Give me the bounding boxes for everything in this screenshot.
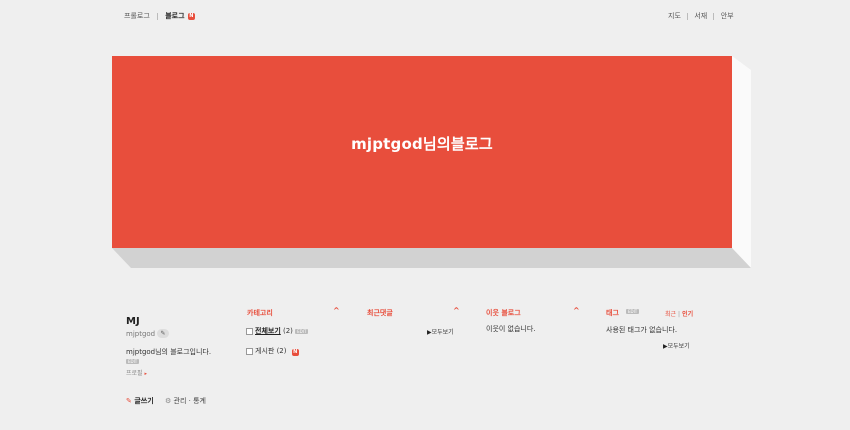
banner-bottom-face xyxy=(112,248,751,268)
tags-empty: 사용된 태그가 없습니다. xyxy=(606,326,678,334)
link-library[interactable]: 서재 xyxy=(694,11,707,21)
top-links: 지도 서재 안부 xyxy=(668,11,734,21)
edit-label: EDIT xyxy=(626,309,640,314)
tags-more-link[interactable]: ▶모두보기 xyxy=(663,341,690,350)
category-checkbox[interactable] xyxy=(246,327,253,335)
profile-id: mjptgod xyxy=(126,330,156,338)
category-edit-tag[interactable]: EDIT xyxy=(295,328,309,334)
comments-more-link[interactable]: ▶모두보기 xyxy=(427,327,454,336)
collapse-caret-icon[interactable]: ^ xyxy=(453,306,460,315)
banner-side-face xyxy=(732,56,751,268)
link-map[interactable]: 지도 xyxy=(668,11,681,21)
category-count: (2) xyxy=(276,347,287,355)
profile-link[interactable]: 프로필 ▸ xyxy=(126,368,147,377)
tab-recent[interactable]: 최근 xyxy=(665,311,676,318)
more-label: 모두보기 xyxy=(667,343,690,350)
tag-tabs: 최근 | 인기 xyxy=(665,309,693,318)
neighbors-heading: 이웃 블로그 xyxy=(486,308,521,317)
category-label[interactable]: 전체보기 xyxy=(255,327,281,335)
category-checkbox[interactable] xyxy=(246,347,253,355)
profile-description: mjptgod님의 블로그입니다. xyxy=(126,348,212,356)
edit-label: EDIT xyxy=(126,359,140,364)
write-button[interactable]: ✎ 글쓰기 xyxy=(126,396,154,406)
neighbors-empty: 이웃이 없습니다. xyxy=(486,325,536,333)
admin-link[interactable]: 관리 xyxy=(174,397,187,405)
tags-heading: 태그 xyxy=(606,308,619,317)
dot-separator: · xyxy=(188,397,191,405)
nav-prologue[interactable]: 프롤로그 xyxy=(124,11,150,21)
category-label[interactable]: 게시판 xyxy=(255,347,274,355)
pen-icon: ✎ xyxy=(126,397,132,405)
new-badge: N xyxy=(187,12,195,20)
nav-divider xyxy=(157,12,158,20)
categories-heading: 카테고리 xyxy=(247,308,273,317)
blog-title[interactable]: mjptgod님의블로그 xyxy=(112,133,732,154)
category-count: (2) xyxy=(283,327,293,335)
top-nav: 프롤로그 블로그 N xyxy=(124,11,195,21)
write-label: 글쓰기 xyxy=(134,397,154,405)
link-divider xyxy=(687,12,689,20)
tab-divider: | xyxy=(678,311,681,318)
pencil-icon[interactable]: ✎ xyxy=(157,329,169,338)
comments-heading: 최근댓글 xyxy=(367,308,393,317)
link-guestbook[interactable]: 안부 xyxy=(721,11,734,21)
profile-nickname: MJ xyxy=(126,316,140,327)
category-item-all[interactable]: 전체보기 (2) EDIT xyxy=(246,326,309,336)
link-divider xyxy=(713,12,715,20)
gear-icon: ⚙ xyxy=(165,397,172,405)
collapse-caret-icon[interactable]: ^ xyxy=(333,306,340,315)
tab-popular[interactable]: 인기 xyxy=(682,311,693,318)
nav-blog[interactable]: 블로그 xyxy=(165,11,184,21)
collapse-caret-icon[interactable]: ^ xyxy=(573,306,580,315)
new-badge: N xyxy=(291,349,299,356)
more-label: 모두보기 xyxy=(431,329,454,336)
admin-links: ⚙ 관리 · 통계 xyxy=(165,396,206,406)
profile-link-label: 프로필 xyxy=(126,370,143,377)
tags-edit-tag[interactable]: EDIT xyxy=(626,307,640,316)
category-item-board[interactable]: 게시판 (2) N xyxy=(246,346,299,356)
arrow-right-icon: ▸ xyxy=(144,371,147,377)
stats-link[interactable]: 통계 xyxy=(193,397,206,405)
profile-edit-tag[interactable]: EDIT xyxy=(126,357,140,366)
